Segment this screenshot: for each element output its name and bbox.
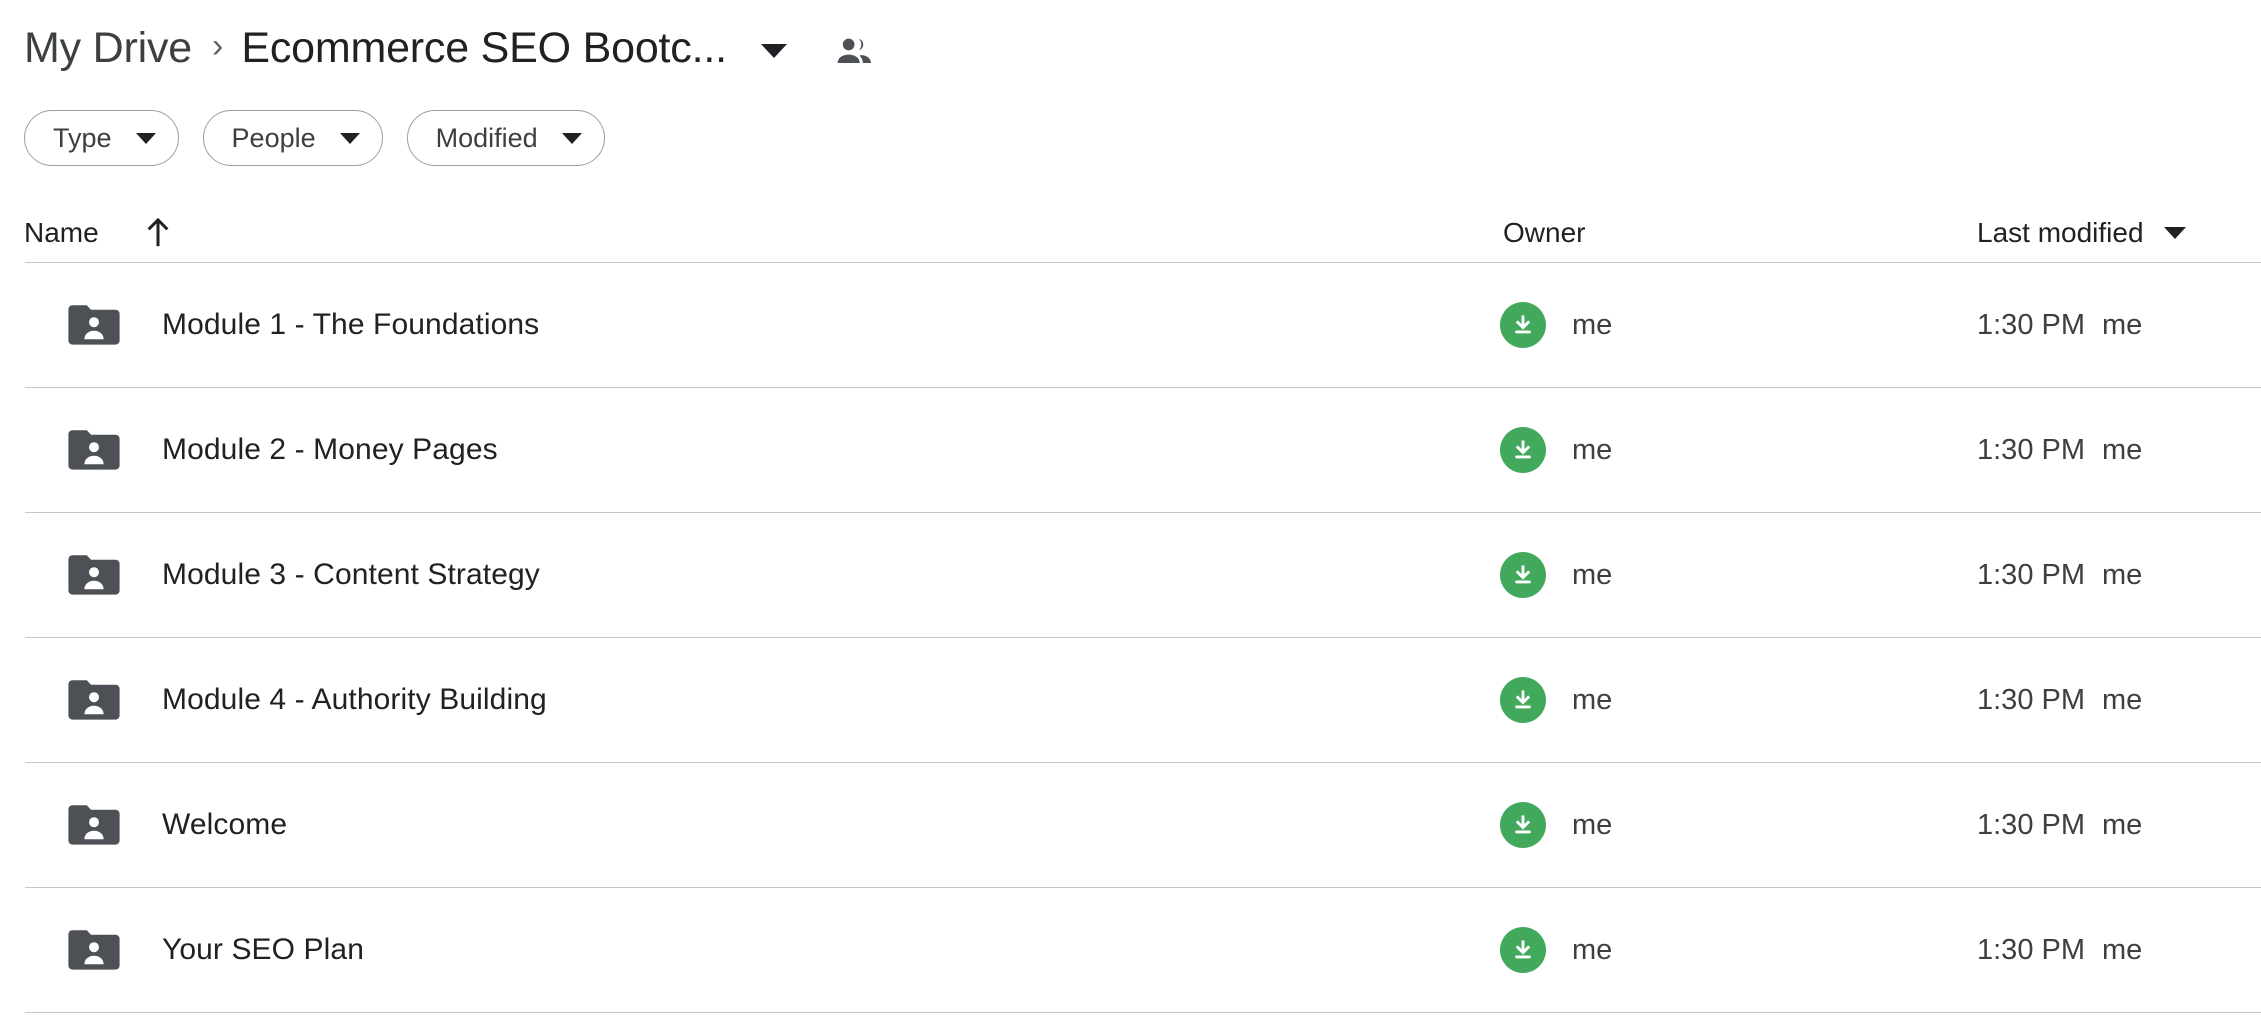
owner-name: me: [1572, 683, 1613, 716]
column-header-owner[interactable]: Owner: [1480, 219, 1952, 247]
file-name: Module 1 - The Foundations: [162, 308, 540, 341]
cell-name: Module 2 - Money Pages: [0, 429, 1480, 471]
modified-by: me: [2102, 808, 2143, 841]
table-row[interactable]: Module 4 - Authority Building me 1:30 PM…: [0, 638, 2261, 762]
filter-chip-type[interactable]: Type: [24, 110, 179, 166]
avatar: [1500, 552, 1546, 598]
cell-owner: me: [1480, 427, 1952, 473]
file-name: Module 2 - Money Pages: [162, 433, 498, 466]
breadcrumb-item-current-folder[interactable]: Ecommerce SEO Bootc...: [241, 26, 727, 70]
owner-name: me: [1572, 433, 1613, 466]
drive-folder-page: My Drive › Ecommerce SEO Bootc... Type P…: [0, 0, 2261, 1029]
modified-by: me: [2102, 683, 2143, 716]
cell-last-modified: 1:30 PM me: [1952, 308, 2261, 341]
chevron-down-icon: [2163, 227, 2186, 239]
arrow-up-icon: [145, 218, 171, 248]
filter-chip-people-label: People: [231, 122, 316, 153]
file-name: Your SEO Plan: [162, 933, 364, 966]
modified-time: 1:30 PM: [1977, 808, 2085, 841]
modified-time: 1:30 PM: [1977, 308, 2085, 341]
file-name: Welcome: [162, 808, 288, 841]
owner-name: me: [1572, 808, 1613, 841]
avatar: [1500, 802, 1546, 848]
filter-chip-people[interactable]: People: [202, 110, 383, 166]
file-list-table: Name Owner Last modified Module 1 - The …: [0, 204, 2261, 1013]
cell-owner: me: [1480, 677, 1952, 723]
column-header-name-label: Name: [24, 217, 99, 248]
people-icon: [835, 36, 875, 66]
filter-chip-type-label: Type: [53, 122, 112, 153]
modified-by: me: [2102, 308, 2143, 341]
cell-last-modified: 1:30 PM me: [1952, 808, 2261, 841]
table-row[interactable]: Welcome me 1:30 PM me: [0, 763, 2261, 887]
row-divider: [25, 1012, 2261, 1013]
column-header-owner-label: Owner: [1503, 217, 1586, 248]
cell-owner: me: [1480, 302, 1952, 348]
shared-folder-icon: [68, 554, 120, 596]
cell-name: Your SEO Plan: [0, 929, 1480, 971]
modified-time: 1:30 PM: [1977, 558, 2085, 591]
cell-owner: me: [1480, 552, 1952, 598]
breadcrumb: My Drive › Ecommerce SEO Bootc...: [0, 0, 2261, 96]
chevron-down-icon: [561, 132, 582, 144]
modified-by: me: [2102, 558, 2143, 591]
table-row[interactable]: Your SEO Plan me 1:30 PM me: [0, 888, 2261, 1012]
column-header-last-modified-label: Last modified: [1977, 217, 2144, 248]
avatar: [1500, 927, 1546, 973]
breadcrumb-item-my-drive[interactable]: My Drive: [24, 26, 192, 70]
cell-owner: me: [1480, 927, 1952, 973]
file-name: Module 3 - Content Strategy: [162, 558, 540, 591]
cell-last-modified: 1:30 PM me: [1952, 558, 2261, 591]
cell-last-modified: 1:30 PM me: [1952, 433, 2261, 466]
modified-time: 1:30 PM: [1977, 933, 2085, 966]
table-header-row: Name Owner Last modified: [0, 204, 2261, 262]
table-row[interactable]: Module 1 - The Foundations me 1:30 PM me: [0, 263, 2261, 387]
cell-name: Welcome: [0, 804, 1480, 846]
cell-name: Module 4 - Authority Building: [0, 679, 1480, 721]
table-row[interactable]: Module 2 - Money Pages me 1:30 PM me: [0, 388, 2261, 512]
shared-folder-icon: [68, 429, 120, 471]
modified-time: 1:30 PM: [1977, 683, 2085, 716]
shared-folder-icon: [68, 304, 120, 346]
filter-chip-modified-label: Modified: [435, 122, 538, 153]
avatar: [1500, 302, 1546, 348]
modified-time: 1:30 PM: [1977, 433, 2085, 466]
avatar: [1500, 677, 1546, 723]
shared-folder-icon: [68, 679, 120, 721]
chevron-down-icon: [135, 132, 156, 144]
owner-name: me: [1572, 933, 1613, 966]
column-header-last-modified[interactable]: Last modified: [1952, 219, 2261, 247]
chevron-down-icon: [339, 132, 360, 144]
avatar: [1500, 427, 1546, 473]
column-header-name[interactable]: Name: [0, 218, 1480, 248]
cell-owner: me: [1480, 802, 1952, 848]
owner-name: me: [1572, 558, 1613, 591]
shared-folder-icon: [68, 804, 120, 846]
owner-name: me: [1572, 308, 1613, 341]
shared-folder-icon: [68, 929, 120, 971]
breadcrumb-separator-icon: ›: [212, 27, 224, 65]
cell-name: Module 1 - The Foundations: [0, 304, 1480, 346]
filter-chips: Type People Modified: [0, 106, 2261, 170]
table-row[interactable]: Module 3 - Content Strategy me 1:30 PM m…: [0, 513, 2261, 637]
modified-by: me: [2102, 433, 2143, 466]
modified-by: me: [2102, 933, 2143, 966]
cell-last-modified: 1:30 PM me: [1952, 933, 2261, 966]
filter-chip-modified[interactable]: Modified: [406, 110, 605, 166]
chevron-down-icon[interactable]: [760, 44, 787, 58]
file-name: Module 4 - Authority Building: [162, 683, 547, 716]
cell-name: Module 3 - Content Strategy: [0, 554, 1480, 596]
cell-last-modified: 1:30 PM me: [1952, 683, 2261, 716]
